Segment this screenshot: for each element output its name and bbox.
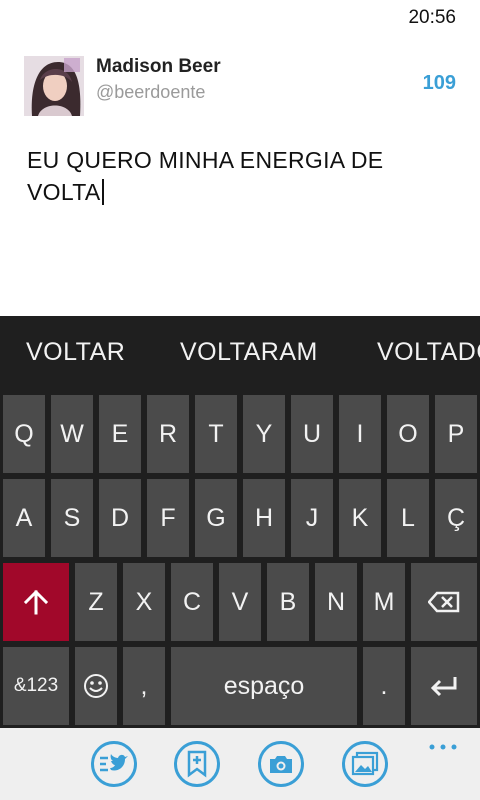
key-o[interactable]: O [387,395,429,473]
gallery-icon [351,751,379,776]
app-bar [0,728,480,800]
account-header: Madison Beer @beerdoente 109 [24,56,464,116]
user-handle: @beerdoente [96,82,206,102]
suggestion-2[interactable]: VOLTARAM [180,338,318,367]
enter-key[interactable] [411,647,477,725]
suggestion-1[interactable]: VOLTAR [26,338,125,367]
key-r[interactable]: R [147,395,189,473]
more-options-button[interactable] [428,738,458,750]
numbers-key[interactable]: &123 [3,647,69,725]
bookmark-add-icon [187,750,207,778]
status-time: 20:56 [408,7,456,28]
key-z[interactable]: Z [75,563,117,641]
key-m[interactable]: M [363,563,405,641]
tweet-compose-field[interactable]: EU QUERO MINHA ENERGIA DE VOLTA [27,144,457,208]
tweet-text: EU QUERO MINHA ENERGIA DE VOLTA [27,147,384,205]
key-t[interactable]: T [195,395,237,473]
on-screen-keyboard: VOLTAR VOLTARAM VOLTADO Q W E R T Y U I … [0,316,480,728]
key-c-cedilla[interactable]: Ç [435,479,477,557]
key-p[interactable]: P [435,395,477,473]
bookmark-add-button[interactable] [174,741,220,787]
key-y[interactable]: Y [243,395,285,473]
key-w[interactable]: W [51,395,93,473]
key-g[interactable]: G [195,479,237,557]
enter-icon [430,677,457,697]
key-n[interactable]: N [315,563,357,641]
key-l[interactable]: L [387,479,429,557]
backspace-key[interactable] [411,563,477,641]
camera-button[interactable] [258,741,304,787]
key-b[interactable]: B [267,563,309,641]
key-u[interactable]: U [291,395,333,473]
status-bar: 20:56 [0,0,480,34]
numbers-key-label: &123 [13,675,59,696]
space-key[interactable]: espaço [171,647,357,725]
period-key[interactable]: . [363,647,405,725]
key-c[interactable]: C [171,563,213,641]
list-button[interactable] [91,741,137,787]
more-dots-icon [429,744,457,750]
camera-icon [270,756,292,773]
key-v[interactable]: V [219,563,261,641]
shift-arrow-icon [23,589,49,615]
shift-key[interactable] [3,563,69,641]
character-counter: 109 [422,72,456,94]
emoji-icon [84,674,108,698]
backspace-icon [428,591,460,613]
avatar[interactable] [24,56,84,116]
twitter-list-icon [100,754,128,772]
gallery-button[interactable] [342,741,388,787]
text-caret [101,179,104,205]
key-s[interactable]: S [51,479,93,557]
suggestion-bar: VOLTAR VOLTARAM VOLTADO [0,316,480,392]
key-e[interactable]: E [99,395,141,473]
key-j[interactable]: J [291,479,333,557]
emoji-key[interactable] [75,647,117,725]
key-x[interactable]: X [123,563,165,641]
key-q[interactable]: Q [3,395,45,473]
key-h[interactable]: H [243,479,285,557]
comma-key[interactable]: , [123,647,165,725]
key-f[interactable]: F [147,479,189,557]
suggestion-3[interactable]: VOLTADO [377,338,480,367]
key-a[interactable]: A [3,479,45,557]
key-i[interactable]: I [339,395,381,473]
key-d[interactable]: D [99,479,141,557]
user-name: Madison Beer [96,56,221,77]
key-k[interactable]: K [339,479,381,557]
